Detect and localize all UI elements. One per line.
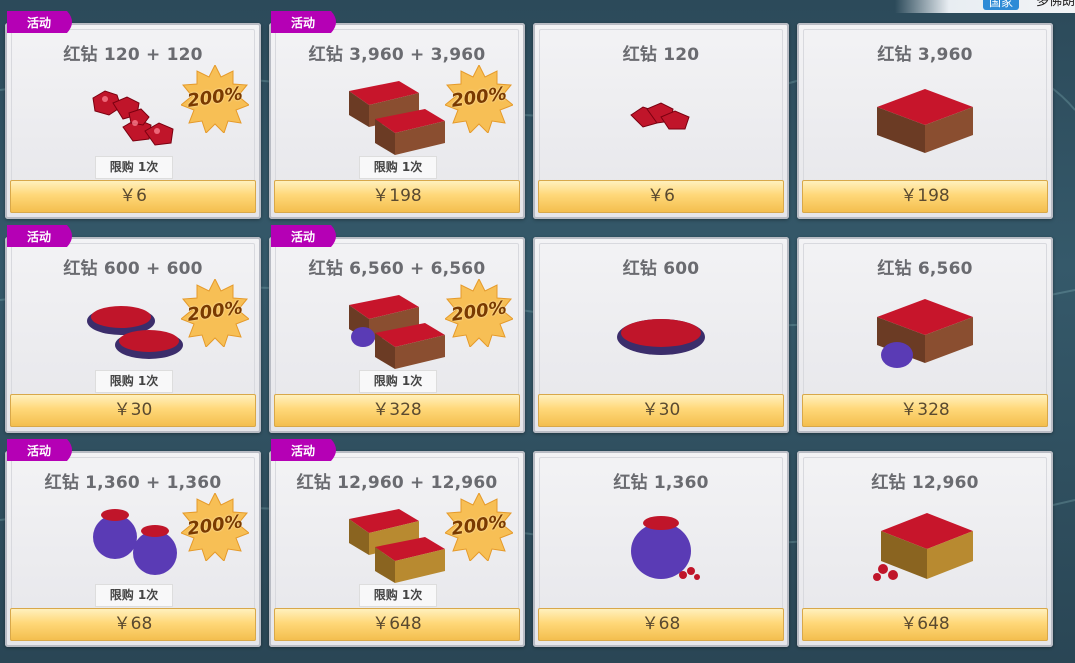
bonus-burst: 200% bbox=[180, 277, 250, 348]
purchase-limit: 限购 1次 bbox=[359, 370, 437, 393]
buy-button[interactable]: ￥6 bbox=[10, 180, 256, 213]
buy-button[interactable]: ￥198 bbox=[802, 180, 1048, 213]
product-card[interactable]: 红钻 6,560 ￥328 bbox=[797, 237, 1053, 433]
product-card[interactable]: 活动 红钻 3,960 + 3,960 200% 限购 1次 ￥198 bbox=[269, 11, 525, 219]
buy-button[interactable]: ￥30 bbox=[538, 394, 784, 427]
buy-button[interactable]: ￥328 bbox=[802, 394, 1048, 427]
product-card[interactable]: 活动 红钻 1,360 + 1,360 200% 限购 1次 ￥68 bbox=[5, 439, 261, 647]
buy-button[interactable]: ￥30 bbox=[10, 394, 256, 427]
bonus-burst: 200% bbox=[444, 491, 514, 562]
buy-button[interactable]: ￥198 bbox=[274, 180, 520, 213]
product-card[interactable]: 红钻 120 ￥6 bbox=[533, 23, 789, 219]
product-card[interactable]: 活动 红钻 6,560 + 6,560 200% 限购 1次 ￥328 bbox=[269, 225, 525, 433]
product-card[interactable]: 活动 红钻 120 + 120 200% 限购 1次 ￥6 bbox=[5, 11, 261, 219]
product-card[interactable]: 红钻 3,960 ￥198 bbox=[797, 23, 1053, 219]
purchase-limit: 限购 1次 bbox=[95, 156, 173, 179]
product-card[interactable]: 活动 红钻 600 + 600 200% 限购 1次 ￥30 bbox=[5, 225, 261, 433]
product-card[interactable]: 红钻 1,360 ￥68 bbox=[533, 451, 789, 647]
buy-button[interactable]: ￥6 bbox=[538, 180, 784, 213]
bonus-burst: 200% bbox=[444, 277, 514, 348]
bonus-burst: 200% bbox=[444, 63, 514, 134]
purchase-limit: 限购 1次 bbox=[95, 370, 173, 393]
product-card[interactable]: 红钻 12,960 ￥648 bbox=[797, 451, 1053, 647]
buy-button[interactable]: ￥648 bbox=[274, 608, 520, 641]
product-card[interactable]: 活动 红钻 12,960 + 12,960 200% 限购 1次 ￥648 bbox=[269, 439, 525, 647]
purchase-limit: 限购 1次 bbox=[359, 156, 437, 179]
buy-button[interactable]: ￥68 bbox=[538, 608, 784, 641]
buy-button[interactable]: ￥328 bbox=[274, 394, 520, 427]
country-name: 多佛朗 bbox=[1035, 0, 1075, 9]
bonus-burst: 200% bbox=[180, 63, 250, 134]
buy-button[interactable]: ￥68 bbox=[10, 608, 256, 641]
country-tag[interactable]: 国家 bbox=[982, 0, 1019, 10]
buy-button[interactable]: ￥648 bbox=[802, 608, 1048, 641]
purchase-limit: 限购 1次 bbox=[95, 584, 173, 607]
product-card[interactable]: 红钻 600 ￥30 bbox=[533, 237, 789, 433]
bonus-burst: 200% bbox=[180, 491, 250, 562]
purchase-limit: 限购 1次 bbox=[359, 584, 437, 607]
